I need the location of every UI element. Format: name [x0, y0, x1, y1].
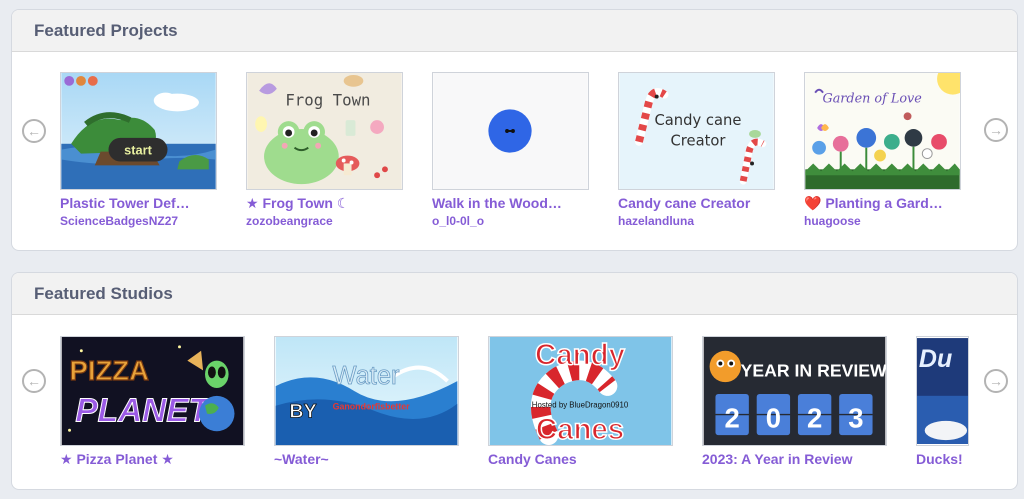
projects-next-arrow-icon[interactable]: →	[984, 118, 1008, 142]
project-title[interactable]: ❤️ Planting a Gard…	[804, 195, 964, 212]
thumb-candy-host: Hosted by BlueDragon0910	[532, 401, 629, 410]
pizza-planet-thumbnail-art: PIZZA PLANET	[61, 337, 244, 445]
candy-cane-creator-thumbnail-art: Candy cane Creator	[619, 73, 774, 189]
water-thumbnail-art: Water BY Ganondorfisbetter	[275, 337, 458, 445]
thumb-digit: 3	[848, 402, 863, 433]
project-thumbnail[interactable]	[432, 72, 589, 190]
thumb-candy-cane-line2: Creator	[670, 133, 726, 150]
project-thumbnail[interactable]: Candy cane Creator	[618, 72, 775, 190]
thumb-candy-line1: Candy	[535, 338, 626, 371]
ducks-thumbnail-art: Du	[917, 338, 968, 444]
thumb-water-label: Water	[332, 362, 400, 390]
thumb-candy-line2: Canes	[536, 413, 624, 445]
project-title[interactable]: ★ Frog Town ☾	[246, 195, 406, 212]
tower-defense-thumbnail-art: start	[61, 73, 216, 189]
featured-projects-header: Featured Projects	[12, 10, 1017, 52]
studio-title[interactable]: 2023: A Year in Review	[702, 451, 892, 467]
studio-title[interactable]: Candy Canes	[488, 451, 678, 467]
projects-prev-arrow-icon[interactable]: ←	[22, 119, 46, 143]
thumb-digit: 0	[766, 402, 781, 433]
year-in-review-thumbnail-art: YEAR IN REVIEW 2 0 2 3	[703, 337, 886, 445]
studio-title[interactable]: ~Water~	[274, 451, 464, 467]
thumb-water-author: Ganondorfisbetter	[333, 402, 411, 412]
project-owner[interactable]: zozobeangrace	[246, 214, 406, 228]
project-title[interactable]: Plastic Tower Def…	[60, 195, 220, 211]
candy-canes-thumbnail-art: Candy Canes Hosted by BlueDragon0910	[489, 337, 672, 445]
project-owner[interactable]: o_l0-0l_o	[432, 214, 592, 228]
thumb-review-label: YEAR IN REVIEW	[741, 360, 886, 380]
thumb-pizza-line2: PLANET	[75, 392, 211, 429]
thumb-frog-town-label: Frog Town	[285, 90, 370, 109]
frog-town-thumbnail-art: Frog Town	[247, 73, 402, 189]
studios-next-arrow-icon[interactable]: →	[984, 369, 1008, 393]
thumb-garden-label: Garden of Love	[823, 91, 922, 106]
project-thumbnail[interactable]: Frog Town	[246, 72, 403, 190]
garden-of-love-thumbnail-art: Garden of Love	[805, 73, 960, 189]
project-title[interactable]: Candy cane Creator	[618, 195, 783, 211]
thumb-start-label: start	[124, 143, 152, 158]
project-thumbnail[interactable]: Garden of Love	[804, 72, 961, 190]
featured-studios-section: Featured Studios ← → PIZZA PLANET ★ Pizz…	[11, 272, 1018, 490]
project-owner[interactable]: huagoose	[804, 214, 964, 228]
thumb-digit: 2	[807, 402, 822, 433]
featured-projects-section: Featured Projects ← → start Plastic Towe…	[11, 9, 1018, 251]
featured-projects-title: Featured Projects	[34, 20, 178, 40]
thumb-ducks-label: Du	[919, 345, 952, 373]
project-owner[interactable]: hazelandluna	[618, 214, 778, 228]
studio-thumbnail[interactable]: Candy Canes Hosted by BlueDragon0910	[488, 336, 673, 446]
studio-title[interactable]: ★ Pizza Planet ★	[60, 451, 250, 468]
walk-in-woods-thumbnail-art	[433, 73, 588, 189]
thumb-digit: 2	[725, 402, 740, 433]
project-thumbnail[interactable]: start	[60, 72, 217, 190]
featured-studios-header: Featured Studios	[12, 273, 1017, 315]
studio-thumbnail[interactable]: YEAR IN REVIEW 2 0 2 3	[702, 336, 887, 446]
studio-title[interactable]: Ducks!	[916, 451, 972, 467]
studio-thumbnail[interactable]: Water BY Ganondorfisbetter	[274, 336, 459, 446]
featured-studios-title: Featured Studios	[34, 283, 173, 303]
project-title[interactable]: Walk in the Wood…	[432, 195, 592, 211]
thumb-candy-cane-line1: Candy cane	[654, 112, 741, 129]
thumb-pizza-line1: PIZZA	[70, 355, 150, 386]
thumb-water-by: BY	[289, 401, 316, 423]
studio-thumbnail[interactable]: PIZZA PLANET	[60, 336, 245, 446]
studio-thumbnail[interactable]: Du	[916, 336, 969, 446]
project-owner[interactable]: ScienceBadgesNZ27	[60, 214, 220, 228]
studios-prev-arrow-icon[interactable]: ←	[22, 369, 46, 393]
